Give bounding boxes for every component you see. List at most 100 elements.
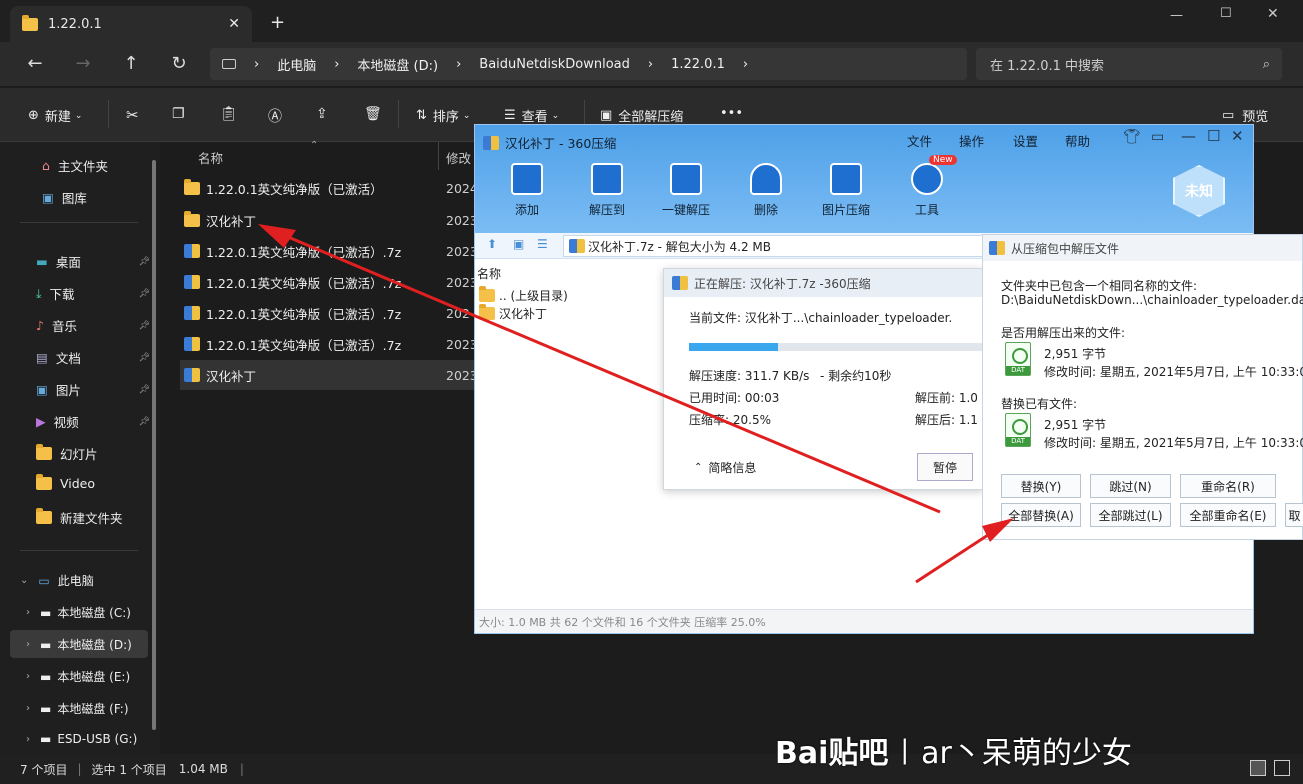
sidebar-item-video[interactable]: Video	[36, 474, 150, 491]
search-input[interactable]: 在 1.22.0.1 中搜索 ⌕	[976, 48, 1282, 80]
up-arrow-icon[interactable]: ↑	[116, 48, 146, 78]
tiles-view-icon[interactable]	[1274, 760, 1290, 776]
replace-all-button[interactable]: 全部替换(A)	[1001, 503, 1081, 527]
chevron-right-icon[interactable]: ›	[26, 639, 30, 650]
column-header-name[interactable]: 名称	[198, 148, 223, 167]
sidebar-item-drive-d[interactable]: › ▬ 本地磁盘 (D:)	[26, 636, 132, 653]
zip-path-input[interactable]: 汉化补丁.7z - 解包大小为 4.2 MB	[563, 235, 983, 257]
pin-icon[interactable]: 📌︎	[139, 353, 150, 363]
minimize-button[interactable]: —	[1181, 127, 1196, 145]
pin-icon[interactable]: 📌︎	[139, 257, 150, 267]
tool-delete[interactable]: 删除	[726, 163, 806, 218]
file-row[interactable]: 汉化补丁 2023	[184, 206, 484, 234]
sort-button[interactable]: ⇅ 排序 ⌄	[416, 106, 470, 125]
share-icon[interactable]: ⇪	[316, 106, 328, 122]
breadcrumb-drive-d[interactable]: 本地磁盘 (D:)	[357, 55, 438, 74]
view-button[interactable]: ☰ 查看 ⌄	[504, 106, 559, 125]
sidebar-item-desktop[interactable]: ▬ 桌面 📌︎	[36, 252, 150, 271]
cut-icon[interactable]: ✂	[126, 106, 139, 124]
list-icon[interactable]: ☰	[537, 237, 548, 251]
zip-item-folder[interactable]: 汉化补丁	[479, 304, 547, 322]
pin-icon[interactable]: 📌︎	[139, 417, 150, 427]
file-row[interactable]: 1.22.0.1英文纯净版（已激活）.7z 2023	[184, 268, 484, 296]
chevron-right-icon[interactable]: ›	[26, 703, 30, 714]
skip-all-button[interactable]: 全部跳过(L)	[1090, 503, 1171, 527]
sidebar-item-pictures[interactable]: ▣ 图片 📌︎	[36, 380, 150, 399]
more-button[interactable]: •••	[720, 106, 743, 121]
file-row[interactable]: 1.22.0.1英文纯净版（已激活）.7z 202	[184, 299, 484, 327]
close-button[interactable]: ✕	[1267, 6, 1279, 22]
new-tab-button[interactable]: +	[270, 12, 285, 33]
close-button[interactable]: ✕	[1231, 127, 1244, 145]
sidebar-scrollbar[interactable]	[152, 160, 156, 730]
new-button[interactable]: ⊕ 新建 ⌄	[28, 106, 82, 125]
paste-icon[interactable]: 📋︎	[220, 106, 238, 122]
up-arrow-icon[interactable]: ⬆	[487, 237, 497, 251]
skip-button[interactable]: 跳过(N)	[1090, 474, 1171, 498]
maximize-button[interactable]: ☐	[1207, 127, 1220, 145]
sidebar-item-drive-f[interactable]: › ▬ 本地磁盘 (F:)	[26, 700, 129, 717]
sidebar-item-drive-g[interactable]: › ▬ ESD-USB (G:)	[26, 732, 137, 746]
chevron-right-icon[interactable]: ›	[26, 734, 30, 745]
forward-arrow-icon[interactable]: →	[68, 48, 98, 78]
breadcrumb-baidu[interactable]: BaiduNetdiskDownload	[479, 57, 630, 72]
tool-tools[interactable]: 工具	[887, 163, 967, 218]
replace-button[interactable]: 替换(Y)	[1001, 474, 1081, 498]
skin-icon[interactable]: 👕︎	[1123, 129, 1141, 145]
sidebar-item-documents[interactable]: ▤ 文档 📌︎	[36, 348, 150, 367]
breadcrumb[interactable]: › 此电脑 › 本地磁盘 (D:) › BaiduNetdiskDownload…	[210, 48, 967, 80]
pin-icon[interactable]: 📌︎	[139, 385, 150, 395]
delete-icon[interactable]: 🗑︎	[364, 106, 382, 122]
sidebar-item-gallery[interactable]: ▣ 图库	[42, 188, 156, 207]
sidebar-item-slides[interactable]: 幻灯片	[36, 444, 150, 463]
file-row[interactable]: 1.22.0.1英文纯净版（已激活） 2024	[184, 174, 484, 202]
tab-1-22-0-1[interactable]: 1.22.0.1 ✕	[10, 6, 252, 42]
sidebar-item-videos[interactable]: ▶ 视频 📌︎	[36, 412, 150, 431]
maximize-button[interactable]: ☐	[1220, 6, 1232, 21]
chevron-right-icon[interactable]: ›	[26, 671, 30, 682]
sidebar-item-this-pc[interactable]: ⌄ ▭ 此电脑	[20, 572, 94, 589]
pin-icon[interactable]: 📌︎	[139, 321, 150, 331]
menu-file[interactable]: 文件	[907, 131, 932, 150]
tab-close-icon[interactable]: ✕	[228, 16, 240, 32]
tool-one-click-extract[interactable]: 一键解压	[646, 163, 726, 218]
pause-button[interactable]: 暂停	[917, 453, 973, 481]
zip-column-name[interactable]: 名称	[477, 265, 501, 282]
column-divider[interactable]	[438, 142, 439, 170]
sidebar-item-home[interactable]: ⌂ 主文件夹	[42, 156, 156, 175]
file-row-selected[interactable]: 汉化补丁 2023	[184, 361, 484, 389]
chevron-down-icon[interactable]: ⌄	[20, 575, 28, 586]
menu-help[interactable]: 帮助	[1065, 131, 1090, 150]
file-row[interactable]: 1.22.0.1英文纯净版（已激活）.7z 2023	[184, 237, 484, 265]
back-arrow-icon[interactable]: ←	[20, 48, 50, 78]
menu-settings[interactable]: 设置	[1013, 131, 1038, 150]
preview-button[interactable]: ▭ 预览	[1222, 106, 1268, 125]
view-icon[interactable]: ▣	[513, 237, 524, 251]
minimize-button[interactable]: —	[1170, 8, 1183, 23]
tool-image-compress[interactable]: 图片压缩	[806, 163, 886, 218]
zip-item-parent[interactable]: .. (上级目录)	[479, 286, 568, 304]
sidebar-item-new-folder[interactable]: 新建文件夹	[36, 508, 150, 527]
menu-operation[interactable]: 操作	[959, 131, 984, 150]
copy-icon[interactable]: ❐	[172, 106, 185, 122]
sidebar-item-drive-e[interactable]: › ▬ 本地磁盘 (E:)	[26, 668, 130, 685]
feedback-icon[interactable]: ▭	[1151, 129, 1164, 145]
breadcrumb-this-pc[interactable]: 此电脑	[277, 55, 316, 74]
tool-add[interactable]: 添加	[487, 163, 567, 218]
tool-extract-to[interactable]: 解压到	[567, 163, 647, 218]
extract-all-button[interactable]: ▣ 全部解压缩	[600, 106, 683, 125]
breadcrumb-folder[interactable]: 1.22.0.1	[671, 57, 725, 72]
rename-button[interactable]: 重命名(R)	[1180, 474, 1276, 498]
sidebar-item-downloads[interactable]: ⤓ 下载 📌︎	[36, 284, 150, 303]
chevron-right-icon[interactable]: ›	[26, 607, 30, 618]
refresh-icon[interactable]: ↻	[164, 48, 194, 78]
cancel-button[interactable]: 取	[1285, 503, 1303, 527]
pin-icon[interactable]: 📌︎	[139, 289, 150, 299]
rename-icon[interactable]: Ⓐ	[268, 106, 282, 126]
rename-all-button[interactable]: 全部重命名(E)	[1180, 503, 1276, 527]
sidebar-item-music[interactable]: ♪ 音乐 📌︎	[36, 316, 150, 335]
sidebar-item-drive-c[interactable]: › ▬ 本地磁盘 (C:)	[26, 604, 131, 621]
column-header-modified[interactable]: 修改	[446, 148, 471, 167]
details-view-icon[interactable]	[1250, 760, 1266, 776]
security-badge[interactable]: 未知	[1173, 165, 1225, 217]
